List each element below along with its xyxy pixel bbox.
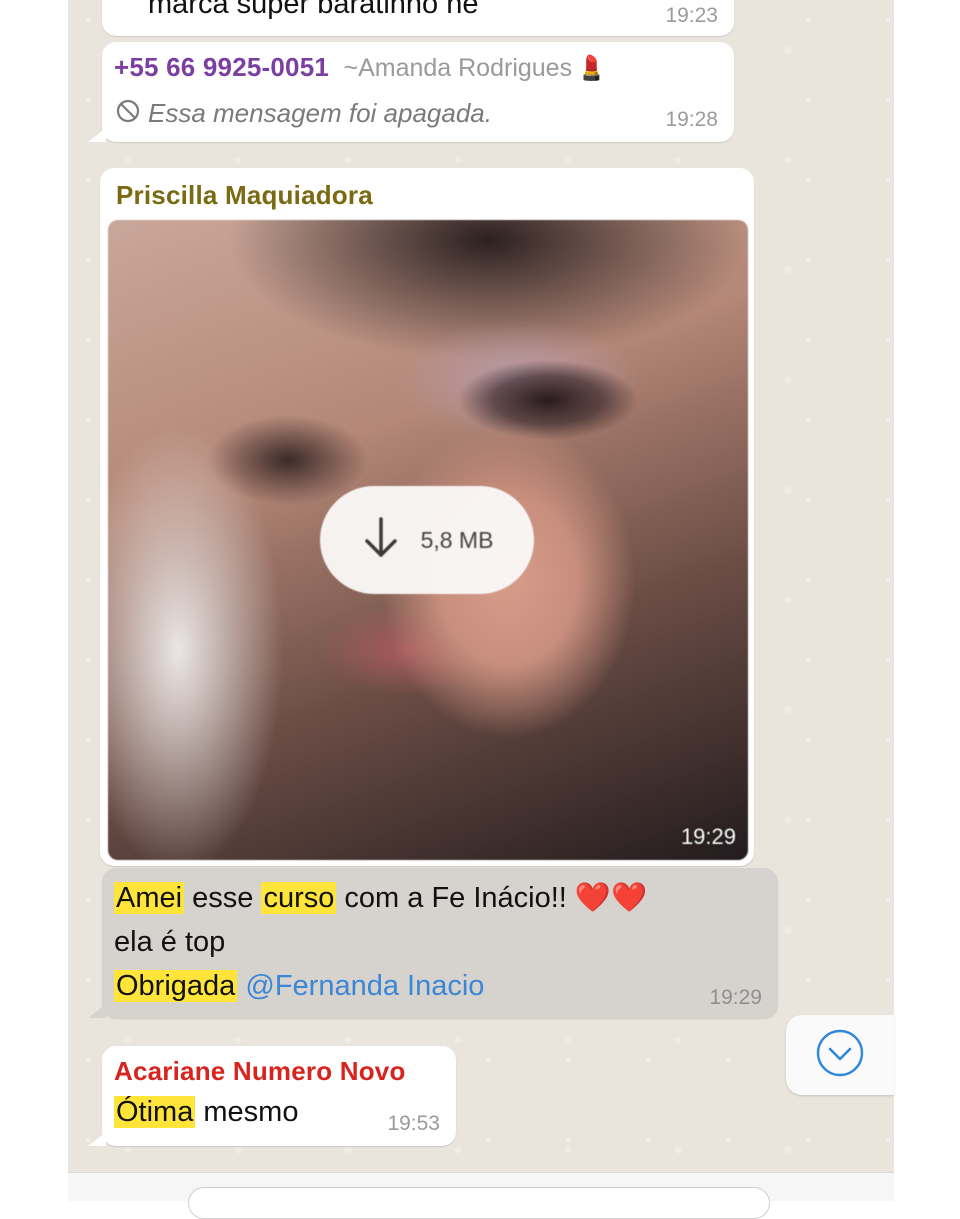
message-bubble-text[interactable]: Acariane Numero Novo Ótima mesmo 19:53 [88,1046,456,1146]
photo-time: 19:29 [680,824,736,849]
mention-link[interactable]: @Fernanda Inacio [245,970,484,1002]
text-segment: mesmo [195,1096,299,1128]
composer-bar [68,1172,894,1219]
message-bubble-deleted[interactable]: +55 66 9925-0051 ~Amanda Rodrigues 💄 Ess… [88,42,734,142]
message-input[interactable] [188,1187,770,1219]
scroll-to-bottom-button[interactable] [786,1015,894,1095]
message-line-2: ela é top [114,926,226,958]
message-time: 19:29 [709,986,762,1009]
text-segment: com a Fe Inácio!! [336,882,575,914]
highlight-word: Amei [114,882,185,914]
blurred-photo[interactable]: 5,8 MB 19:29 [108,220,748,860]
highlight-word: Obrigada [114,970,238,1002]
download-size: 5,8 MB [420,526,494,553]
lipstick-emoji: 💄 [576,55,607,82]
highlight-word: curso [261,882,337,914]
message-line-3: Obrigada @Fernanda Inacio [114,964,754,1008]
message-time: 19:23 [665,4,718,27]
deleted-notice: Essa mensagem foi apagada. [116,98,492,129]
message-body: Ótima mesmo [114,1090,298,1134]
sender-name[interactable]: Priscilla Maquiadora [116,180,373,211]
message-time: 19:28 [665,108,718,131]
message-bubble-partial[interactable]: marca super baratinho né 19:23 [102,0,734,36]
message-body: Amei esse curso com a Fe Inácio!! ❤️❤️ e… [114,876,754,1008]
sender-name: ~Amanda Rodrigues [343,54,573,82]
download-button[interactable]: 5,8 MB [320,486,534,594]
heart-emoji: ❤️❤️ [574,882,648,914]
chat-area[interactable]: marca super baratinho né 19:23 +55 66 99… [68,0,894,1172]
deleted-text: Essa mensagem foi apagada. [148,98,492,128]
sender-phone[interactable]: +55 66 9925-0051 [114,52,329,82]
text-segment: esse [184,882,262,914]
no-entry-icon [116,99,140,128]
message-time: 19:53 [387,1112,440,1135]
message-bubble-text[interactable]: Amei esse curso com a Fe Inácio!! ❤️❤️ e… [88,868,778,1018]
message-text: marca super baratinho né [148,0,479,20]
message-line-1: Amei esse curso com a Fe Inácio!! ❤️❤️ [114,876,754,920]
highlight-word: Ótima [114,1096,196,1128]
download-arrow-icon [361,515,401,566]
sender-name[interactable]: Acariane Numero Novo [114,1056,406,1087]
message-bubble-image[interactable]: Priscilla Maquiadora 5,8 MB 19:29 [100,168,754,866]
chevron-down-icon [815,1028,865,1083]
message-header: +55 66 9925-0051 ~Amanda Rodrigues 💄 [114,52,606,83]
